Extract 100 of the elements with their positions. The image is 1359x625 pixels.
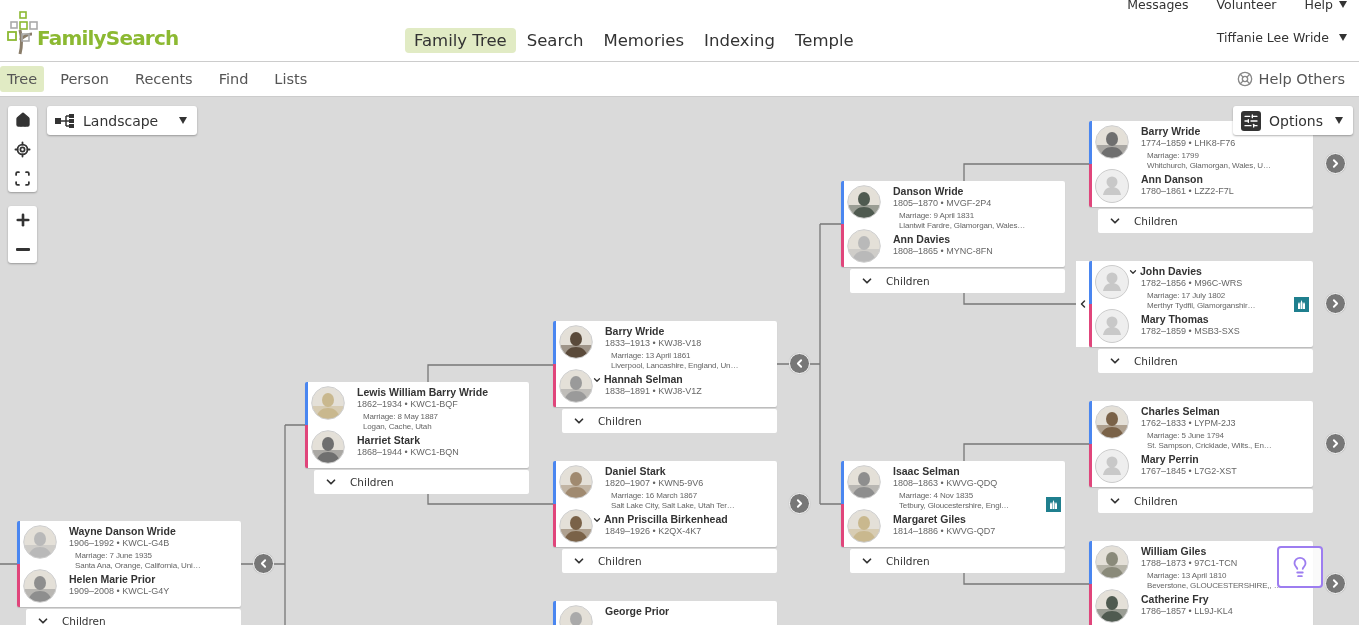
person-name[interactable]: Danson Wride (893, 185, 964, 198)
person-dates: 1788–1873 • 97C1-TCN (1141, 558, 1238, 569)
children-toggle[interactable]: Children (850, 549, 1065, 573)
subnav-tab[interactable]: Lists (267, 66, 315, 92)
children-toggle[interactable]: Children (1098, 349, 1313, 373)
marriage-info: Marriage: 13 April 1810 Beverstone, GLOUCESTERSHIRE,, … (1147, 571, 1282, 590)
minus-icon (15, 247, 30, 251)
marriage-info: Marriage: 16 March 1867 Salt Lake City, Salt Lake, Utah Ter… (611, 491, 735, 510)
couple-card[interactable]: Charles Selman 1762–1833 • LYPM-2J3 Marriage: 5 June 1794 St. Sampson, Cricklade, Wilts., En… Mary Perrin 1767–1845 • L7G2-XST (1089, 401, 1313, 487)
marriage-info: Marriage: 17 July 1802 Merthyr Tydfil, Glamorganshir… (1147, 291, 1256, 310)
person-name[interactable]: Hannah Selman (604, 373, 683, 386)
person-name[interactable]: Margaret Giles (893, 513, 966, 526)
person-dates: 1805–1870 • MVGF-2P4 (893, 198, 992, 209)
marriage-info: Marriage: 7 June 1935 Santa Ana, Orange, California, Uni… (75, 551, 201, 570)
person-dates: 1906–1992 • KWCL-G4B (69, 538, 170, 549)
person-name[interactable]: Mary Thomas (1141, 313, 1209, 326)
children-toggle[interactable]: Children (26, 609, 241, 625)
person-name[interactable]: Catherine Fry (1141, 593, 1209, 606)
marriage-info: Marriage: 1799 Whitchurch, Glamorgan, Wales, U… (1147, 151, 1271, 170)
nav-tab[interactable]: Memories (594, 28, 694, 53)
nav-tab[interactable]: Search (517, 28, 593, 53)
person-dates: 1820–1907 • KWN5-9V6 (605, 478, 704, 489)
person-name[interactable]: George Prior (605, 605, 670, 618)
person-dates: 1782–1859 • MSB3-SXS (1141, 326, 1240, 337)
expand-button[interactable] (1325, 433, 1346, 454)
person-name[interactable]: Isaac Selman (893, 465, 960, 478)
user-menu[interactable]: Tiffanie Lee Wride (1216, 30, 1347, 45)
couple-card[interactable]: Danson Wride 1805–1870 • MVGF-2P4 Marriage: 9 April 1831 Llantwit Fardre, Glamorgan, Wales… Ann Davies 1808–1865 • MYNC-8FN (841, 181, 1065, 267)
options-button[interactable]: Options (1233, 106, 1353, 135)
couple-card[interactable]: Barry Wride 1833–1913 • KWJ8-V18 Marriage: 13 April 1861 Liverpool, Lancashire, England, Un… Hannah Selman 1838–1891 • KWJ8-V1Z (553, 321, 777, 407)
person-dates: 1862–1934 • KWC1-BQF (357, 399, 458, 410)
expand-button[interactable] (789, 493, 810, 514)
couple-card[interactable]: John Davies 1782–1856 • M96C-WRS Marriage: 17 July 1802 Merthyr Tydfil, Glamorganshir… Mary Thomas 1782–1859 • MSB3-SXS (1089, 261, 1313, 347)
top-link[interactable]: Help (1304, 0, 1347, 12)
person-name[interactable]: Lewis William Barry Wride (357, 386, 488, 399)
subnav-tab[interactable]: Find (211, 66, 256, 92)
temple-icon[interactable] (1294, 297, 1309, 312)
couple-card[interactable]: Daniel Stark 1820–1907 • KWN5-9V6 Marriage: 16 March 1867 Salt Lake City, Salt Lake, Utah Ter… Ann Priscilla Birkenhead 1849–1926 • K2QX-4K7 (553, 461, 777, 547)
person-dates: 1774–1859 • LHK8-F76 (1141, 138, 1236, 149)
marriage-info: Marriage: 9 April 1831 Llantwit Fardre, Glamorgan, Wales… (899, 211, 1026, 230)
person-name[interactable]: Ann Priscilla Birkenhead (604, 513, 728, 526)
person-name[interactable]: Barry Wride (605, 325, 665, 338)
caret-icon (179, 117, 187, 124)
person-name[interactable]: John Davies (1140, 265, 1202, 278)
children-toggle[interactable]: Children (314, 470, 529, 494)
person-dates: 1909–2008 • KWCL-G4Y (69, 586, 170, 597)
children-toggle[interactable]: Children (562, 549, 777, 573)
person-name[interactable]: Harriet Stark (357, 434, 421, 447)
crosshair-icon (14, 140, 31, 158)
person-dates: 1780–1861 • LZZ2-F7L (1141, 186, 1234, 197)
fullscreen-icon (14, 169, 31, 187)
expand-button[interactable] (1325, 153, 1346, 174)
person-dates: 1849–1926 • K2QX-4K7 (605, 526, 702, 537)
marriage-info: Marriage: 5 June 1794 St. Sampson, Cricklade, Wilts., En… (1147, 431, 1272, 450)
children-toggle[interactable]: Children (1098, 489, 1313, 513)
person-name[interactable]: Helen Marie Prior (69, 573, 156, 586)
person-dates: 1808–1863 • KWVG-QDQ (893, 478, 998, 489)
children-toggle[interactable]: Children (850, 269, 1065, 293)
view-dropdown[interactable]: Landscape (47, 106, 197, 135)
children-toggle[interactable]: Children (562, 409, 777, 433)
nav-tab[interactable]: Indexing (695, 28, 785, 53)
expand-button[interactable] (1325, 573, 1346, 594)
person-dates: 1833–1913 • KWJ8-V18 (605, 338, 702, 349)
person-dates: 1786–1857 • LL9J-KL4 (1141, 606, 1233, 617)
person-name[interactable]: Ann Davies (893, 233, 951, 246)
lightbulb-button[interactable] (1277, 546, 1323, 588)
person-name[interactable]: Barry Wride (1141, 125, 1201, 138)
couple-card[interactable]: William Giles 1788–1873 • 97C1-TCN Marriage: 13 April 1810 Beverstone, GLOUCESTERSHIRE,, … Catherine Fry 1786–1857 • LL9J-KL4 (1089, 541, 1313, 625)
expand-button[interactable] (1325, 293, 1346, 314)
couple-card[interactable]: Wayne Danson Wride 1906–1992 • KWCL-G4B Marriage: 7 June 1935 Santa Ana, Orange, California, Uni… Helen Marie Prior 1909–2008 • KWCL-G4Y (17, 521, 241, 607)
person-dates: 1808–1865 • MYNC-8FN (893, 246, 993, 257)
person-name[interactable]: Ann Danson (1141, 173, 1203, 186)
subnav-tab[interactable]: Person (53, 66, 116, 92)
person-dates: 1838–1891 • KWJ8-V1Z (605, 386, 702, 397)
collapse-button[interactable] (253, 553, 274, 574)
couple-card[interactable]: George Prior (553, 601, 777, 625)
marriage-info: Marriage: 4 Nov 1835 Tetbury, Gloucestershire, Engl… (899, 491, 1009, 510)
caret-icon (1335, 117, 1343, 124)
subnav-tab[interactable]: Tree (0, 66, 45, 92)
person-dates: 1814–1886 • KWVG-QD7 (893, 526, 996, 537)
person-name[interactable]: Mary Perrin (1141, 453, 1199, 466)
person-name[interactable]: Charles Selman (1141, 405, 1220, 418)
tree-layout-icon (55, 113, 75, 128)
person-name[interactable]: Daniel Stark (605, 465, 666, 478)
top-link[interactable]: Messages (1127, 0, 1189, 12)
children-toggle[interactable]: Children (1098, 209, 1313, 233)
couple-card[interactable]: Lewis William Barry Wride 1862–1934 • KWC1-BQF Marriage: 8 May 1887 Logan, Cache, Utah Harriet Stark 1868–1944 • KWC1-BQN (305, 382, 529, 468)
temple-icon[interactable] (1046, 497, 1061, 512)
collapse-button[interactable] (789, 353, 810, 374)
caret-icon (1339, 34, 1347, 41)
top-link[interactable]: Volunteer (1216, 0, 1277, 12)
person-name[interactable]: Wayne Danson Wride (69, 525, 176, 538)
person-dates: 1762–1833 • LYPM-2J3 (1141, 418, 1236, 429)
couple-card[interactable]: Isaac Selman 1808–1863 • KWVG-QDQ Marriage: 4 Nov 1835 Tetbury, Gloucestershire, Engl… Margaret Giles 1814–1886 • KWVG-QD7 (841, 461, 1065, 547)
help-others-link[interactable]: Help Others (1236, 71, 1345, 87)
person-name[interactable]: William Giles (1141, 545, 1207, 558)
nav-tab[interactable]: Family Tree (405, 28, 516, 53)
subnav-tab[interactable]: Recents (127, 66, 200, 92)
marriage-info: Marriage: 13 April 1861 Liverpool, Lancashire, England, Un… (611, 351, 739, 370)
nav-tab[interactable]: Temple (786, 28, 863, 53)
